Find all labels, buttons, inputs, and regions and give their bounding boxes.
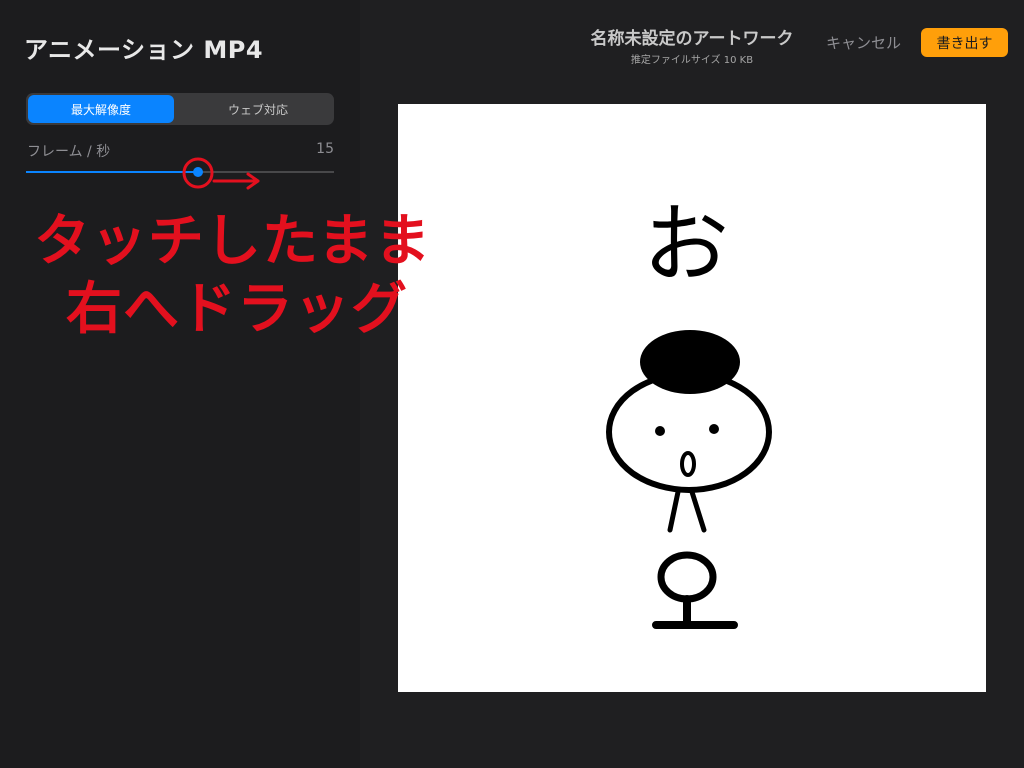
cancel-button[interactable]: キャンセル bbox=[826, 32, 901, 53]
fps-slider-fill bbox=[26, 171, 199, 173]
file-size-estimate: 推定ファイルサイズ 10 KB bbox=[630, 55, 754, 66]
resolution-segmented-control: 最大解像度 ウェブ対応 bbox=[26, 93, 334, 125]
fps-label: フレーム / 秒 bbox=[27, 144, 111, 160]
export-button[interactable]: 書き出す bbox=[921, 28, 1008, 57]
document-title: 名称未設定のアートワーク bbox=[590, 29, 794, 49]
character-mouth bbox=[680, 451, 696, 477]
character-hair bbox=[640, 330, 740, 394]
export-settings-panel: アニメーション MP4 最大解像度 ウェブ対応 フレーム / 秒 15 bbox=[0, 0, 360, 768]
annotation-text-line2: 右へドラッグ bbox=[66, 277, 408, 342]
fps-slider[interactable] bbox=[26, 167, 334, 177]
artwork-hiragana: お bbox=[643, 195, 729, 295]
character-stand bbox=[652, 595, 738, 629]
character-right-eye bbox=[709, 424, 719, 434]
artwork-drawing: お bbox=[606, 195, 772, 629]
segment-max-resolution[interactable]: 最大解像度 bbox=[28, 95, 174, 123]
fps-slider-thumb[interactable] bbox=[193, 167, 204, 177]
fps-value: 15 bbox=[316, 141, 334, 157]
artwork-preview: お bbox=[398, 104, 986, 692]
annotation-text-line1: タッチしたまま bbox=[34, 209, 432, 274]
character-body-ring bbox=[657, 551, 717, 603]
panel-title: アニメーション MP4 bbox=[24, 36, 264, 64]
segment-web-ready[interactable]: ウェブ対応 bbox=[184, 95, 332, 123]
character-collar bbox=[667, 489, 707, 533]
character-left-eye bbox=[655, 426, 665, 436]
